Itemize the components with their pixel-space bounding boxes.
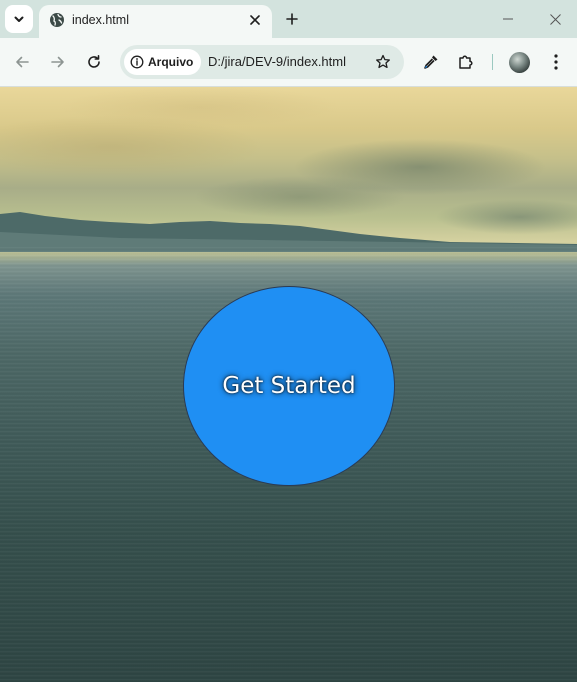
menu-button[interactable] xyxy=(543,49,569,75)
tab-strip: index.html xyxy=(0,0,577,38)
tab-search-button[interactable] xyxy=(5,5,33,33)
browser-window: index.html Arquivo D:/jira/DEV-9/index.h… xyxy=(0,0,577,682)
address-bar[interactable]: Arquivo D:/jira/DEV-9/index.html xyxy=(120,45,404,79)
tab-active[interactable]: index.html xyxy=(39,5,272,38)
bookmark-button[interactable] xyxy=(374,53,392,71)
info-icon xyxy=(130,55,144,69)
reload-icon xyxy=(88,55,100,68)
more-vert-icon xyxy=(554,54,558,70)
reload-button[interactable] xyxy=(80,48,108,76)
globe-icon xyxy=(50,13,64,27)
chevron-down-icon xyxy=(14,16,24,22)
eyedropper-icon xyxy=(424,55,438,69)
new-tab-button[interactable] xyxy=(280,8,304,30)
security-chip-label: Arquivo xyxy=(148,55,194,69)
forward-button[interactable] xyxy=(44,48,72,76)
back-button[interactable] xyxy=(8,48,36,76)
profile-avatar[interactable] xyxy=(509,52,530,73)
close-window-button[interactable] xyxy=(535,5,575,33)
site-info-chip[interactable]: Arquivo xyxy=(124,49,202,75)
distant-hills xyxy=(0,212,577,252)
arrow-right-icon xyxy=(51,56,64,68)
arrow-left-icon xyxy=(16,56,29,68)
maximize-button[interactable] xyxy=(489,5,529,33)
tab-close-button[interactable] xyxy=(246,11,264,29)
eyedropper-button[interactable] xyxy=(418,49,444,75)
tab-title: index.html xyxy=(72,13,129,27)
puzzle-icon xyxy=(459,55,473,69)
close-icon xyxy=(549,13,561,25)
close-icon xyxy=(250,15,260,25)
extensions-button[interactable] xyxy=(453,49,479,75)
page-viewport: Get Started xyxy=(0,87,577,682)
url-text[interactable]: D:/jira/DEV-9/index.html xyxy=(208,54,346,70)
star-icon xyxy=(376,54,390,69)
plus-icon xyxy=(286,13,298,25)
toolbar-separator xyxy=(492,54,493,70)
get-started-button[interactable]: Get Started xyxy=(183,286,395,486)
browser-toolbar: Arquivo D:/jira/DEV-9/index.html xyxy=(0,38,577,87)
